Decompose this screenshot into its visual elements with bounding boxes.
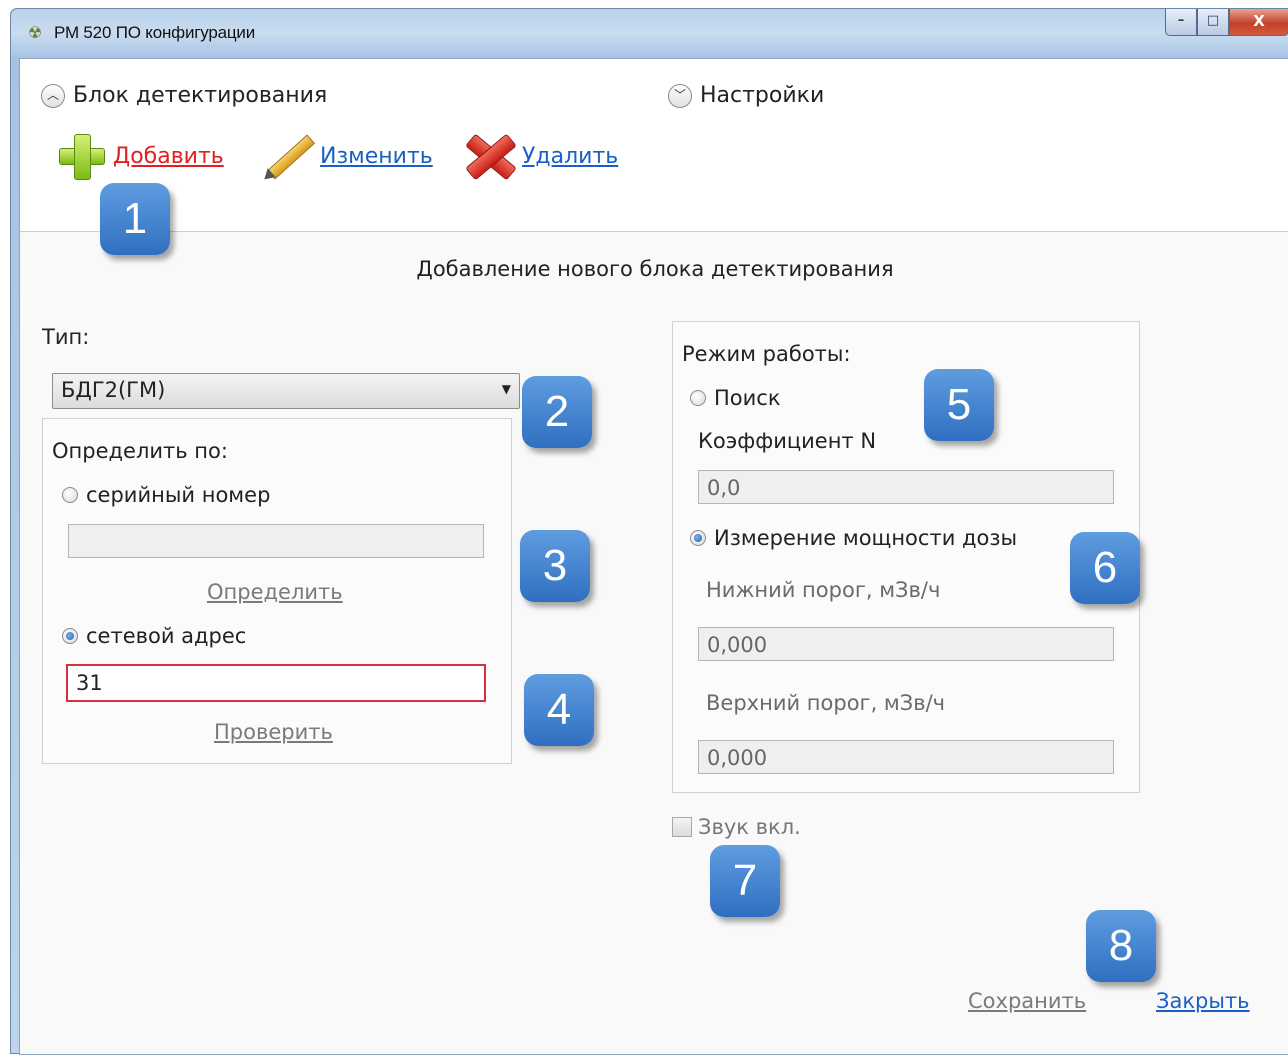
type-select[interactable]: БДГ2(ГМ) ▼	[52, 373, 520, 409]
search-radio[interactable]: Поиск	[690, 386, 781, 410]
mode-label: Режим работы:	[682, 342, 851, 366]
pencil-icon	[260, 131, 316, 184]
radio-unchecked-icon	[62, 487, 78, 503]
coefficient-label: Коэффициент N	[698, 429, 877, 453]
identify-link[interactable]: Определить	[207, 580, 343, 604]
coefficient-input[interactable]: 0,0	[698, 470, 1114, 504]
app-window: ☢ РМ 520 ПО конфигурации – □ X ︿ Блок де…	[10, 8, 1288, 1055]
expander-detection-block-label: Блок детектирования	[73, 83, 328, 108]
identify-by-label: Определить по:	[52, 439, 228, 463]
step-badge-7: 7	[710, 845, 780, 917]
chevron-up-icon: ︿	[41, 83, 65, 108]
dose-measurement-radio[interactable]: Измерение мощности дозы	[690, 526, 1017, 550]
network-address-radio[interactable]: сетевой адрес	[62, 624, 246, 648]
serial-number-radio[interactable]: серийный номер	[62, 483, 270, 507]
edit-button[interactable]: Изменить	[260, 131, 433, 184]
check-link[interactable]: Проверить	[214, 720, 333, 744]
save-link[interactable]: Сохранить	[968, 989, 1086, 1013]
add-button[interactable]: Добавить	[59, 134, 224, 180]
step-badge-4: 4	[524, 674, 594, 746]
lower-threshold-label: Нижний порог, мЗв/ч	[706, 578, 941, 602]
minimize-button[interactable]: –	[1165, 9, 1197, 36]
step-badge-6: 6	[1070, 532, 1140, 604]
step-badge-8: 8	[1086, 910, 1156, 982]
serial-number-input[interactable]	[68, 524, 484, 558]
form-title: Добавление нового блока детектирования	[416, 257, 894, 281]
upper-threshold-label: Верхний порог, мЗв/ч	[706, 691, 946, 715]
toolbar-area: ︿ Блок детектирования ﹀ Настройки Добави…	[20, 59, 1288, 232]
step-badge-1: 1	[100, 183, 170, 255]
dose-measurement-radio-label: Измерение мощности дозы	[714, 526, 1018, 550]
delete-button[interactable]: Удалить	[465, 133, 618, 181]
network-address-input[interactable]: 31	[66, 664, 486, 702]
expander-settings[interactable]: ﹀ Настройки	[668, 83, 824, 108]
step-badge-3: 3	[520, 530, 590, 602]
serial-number-radio-label: серийный номер	[86, 483, 271, 507]
type-select-value: БДГ2(ГМ)	[61, 378, 166, 402]
network-address-radio-label: сетевой адрес	[86, 624, 247, 648]
step-badge-2: 2	[522, 376, 592, 448]
delete-x-icon	[465, 133, 517, 181]
expander-settings-label: Настройки	[700, 83, 825, 108]
title-bar[interactable]: ☢ РМ 520 ПО конфигурации – □ X	[11, 9, 1288, 59]
lower-threshold-input[interactable]: 0,000	[698, 627, 1114, 661]
radio-checked-icon	[690, 530, 706, 546]
radio-unchecked-icon	[690, 390, 706, 406]
delete-link[interactable]: Удалить	[522, 144, 618, 169]
chevron-down-icon: ﹀	[668, 83, 692, 108]
window-title: РМ 520 ПО конфигурации	[54, 23, 255, 42]
radio-checked-icon	[62, 628, 78, 644]
close-window-button[interactable]: X	[1229, 9, 1288, 36]
type-label: Тип:	[42, 325, 90, 349]
close-link[interactable]: Закрыть	[1156, 989, 1250, 1013]
search-radio-label: Поиск	[714, 386, 781, 410]
sound-checkbox-label: Звук вкл.	[698, 815, 801, 839]
expander-detection-block[interactable]: ︿ Блок детектирования	[41, 83, 327, 108]
edit-link[interactable]: Изменить	[320, 144, 433, 169]
plus-icon	[59, 134, 105, 180]
checkbox-unchecked-icon	[672, 817, 692, 837]
upper-threshold-input[interactable]: 0,000	[698, 740, 1114, 774]
sound-checkbox[interactable]: Звук вкл.	[672, 815, 801, 839]
maximize-button[interactable]: □	[1197, 9, 1229, 36]
step-badge-5: 5	[924, 369, 994, 441]
dropdown-arrow-icon: ▼	[501, 382, 511, 396]
app-icon: ☢	[27, 23, 43, 42]
add-link[interactable]: Добавить	[113, 144, 224, 169]
